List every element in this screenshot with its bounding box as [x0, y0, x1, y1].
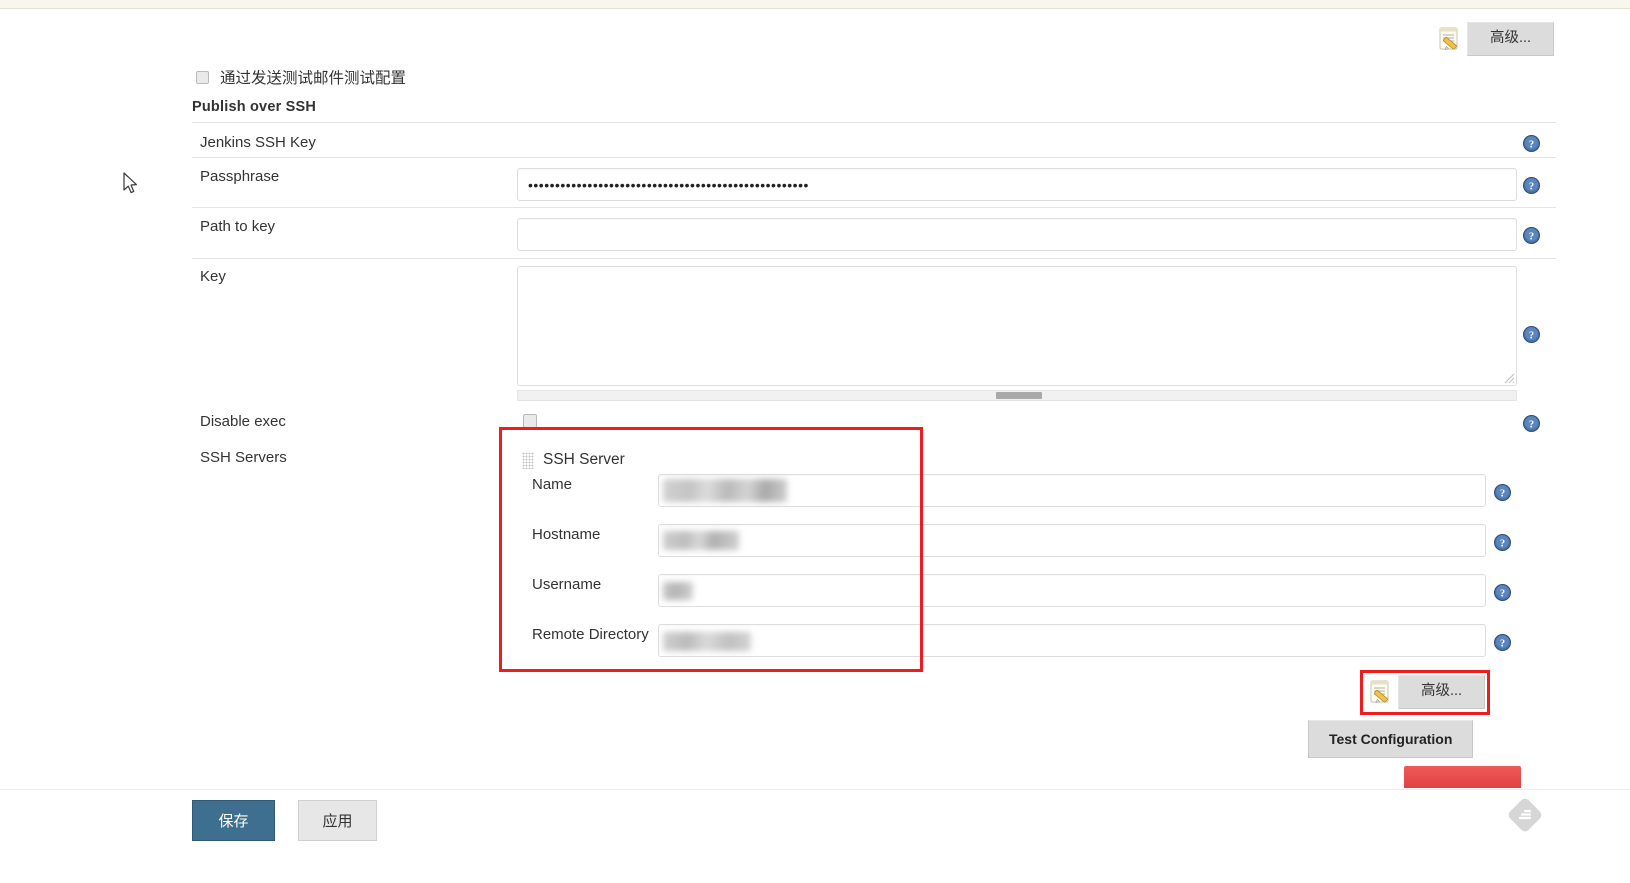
help-icon-disable-exec[interactable]: ? — [1523, 415, 1540, 432]
test-mail-checkbox-label: 通过发送测试邮件测试配置 — [220, 70, 407, 87]
field-label-jenkins-ssh-key: Jenkins SSH Key — [200, 134, 316, 151]
textarea-resize-grip[interactable] — [1503, 372, 1515, 384]
advanced-button-top[interactable]: 高级... — [1467, 22, 1555, 56]
help-icon-ssh-username[interactable]: ? — [1494, 584, 1511, 601]
path-to-key-input[interactable] — [517, 218, 1517, 251]
help-icon-ssh-hostname[interactable]: ? — [1494, 534, 1511, 551]
row-divider-1 — [192, 157, 1556, 158]
ssh-server-title: SSH Server — [543, 451, 625, 468]
field-label-key: Key — [200, 268, 226, 285]
svg-text:?: ? — [1529, 181, 1534, 192]
drag-grip-icon[interactable] — [522, 452, 534, 469]
field-label-ssh-servers: SSH Servers — [200, 449, 287, 466]
section-title-publish-over-ssh: Publish over SSH — [192, 99, 317, 115]
svg-text:?: ? — [1529, 139, 1534, 150]
help-icon-path-to-key[interactable]: ? — [1523, 227, 1540, 244]
svg-text:?: ? — [1500, 488, 1505, 499]
svg-text:?: ? — [1529, 231, 1534, 242]
save-button[interactable]: 保存 — [192, 800, 275, 841]
row-divider-3 — [192, 258, 1556, 259]
ssh-field-label-hostname: Hostname — [532, 526, 601, 543]
help-icon-ssh-remote-directory[interactable]: ? — [1494, 634, 1511, 651]
section-divider — [192, 122, 1556, 123]
row-divider-2 — [192, 207, 1556, 208]
footer-divider — [0, 789, 1630, 790]
notepad-pencil-icon — [1437, 26, 1463, 52]
apply-button[interactable]: 应用 — [298, 800, 377, 841]
help-icon-jenkins-ssh-key[interactable]: ? — [1523, 135, 1540, 152]
ssh-username-input[interactable] — [658, 574, 1486, 607]
partial-red-button[interactable] — [1404, 766, 1521, 788]
arrow-cursor — [123, 172, 140, 196]
ssh-name-input[interactable] — [658, 474, 1486, 507]
svg-text:?: ? — [1500, 538, 1505, 549]
field-label-disable-exec: Disable exec — [200, 413, 286, 430]
advanced-button-group-top[interactable]: 高级... — [1437, 22, 1555, 56]
ssh-field-label-name: Name — [532, 476, 573, 493]
field-label-passphrase: Passphrase — [200, 168, 280, 185]
ssh-field-label-remote-directory: Remote Directory — [532, 626, 649, 643]
svg-text:?: ? — [1500, 638, 1505, 649]
help-icon-passphrase[interactable]: ? — [1523, 177, 1540, 194]
advanced-button-group-ssh[interactable]: 高级... — [1368, 675, 1486, 709]
svg-text:?: ? — [1529, 419, 1534, 430]
test-mail-checkbox-row[interactable]: 通过发送测试邮件测试配置 — [196, 66, 406, 88]
jenkins-config-page: 高级... 通过发送测试邮件测试配置 Publish over SSH Jenk… — [0, 0, 1630, 883]
ssh-field-label-username: Username — [532, 576, 602, 593]
key-textarea[interactable] — [517, 266, 1517, 386]
key-horizontal-scrollbar[interactable] — [517, 390, 1517, 401]
feedly-icon[interactable] — [1508, 798, 1542, 832]
scrollbar-thumb[interactable] — [996, 392, 1042, 399]
disable-exec-checkbox[interactable] — [523, 414, 537, 428]
test-mail-checkbox[interactable] — [196, 70, 209, 84]
svg-text:?: ? — [1500, 588, 1505, 599]
svg-text:?: ? — [1529, 330, 1534, 341]
ssh-remote-directory-input[interactable] — [658, 624, 1486, 657]
test-configuration-button[interactable]: Test Configuration — [1308, 720, 1474, 758]
help-icon-ssh-name[interactable]: ? — [1494, 484, 1511, 501]
advanced-button-ssh[interactable]: 高级... — [1398, 675, 1486, 709]
notepad-pencil-icon-ssh — [1368, 679, 1394, 705]
ssh-hostname-input[interactable] — [658, 524, 1486, 557]
field-label-path-to-key: Path to key — [200, 218, 276, 235]
passphrase-input[interactable] — [517, 168, 1517, 201]
top-strip — [0, 0, 1630, 9]
help-icon-key[interactable]: ? — [1523, 326, 1540, 343]
